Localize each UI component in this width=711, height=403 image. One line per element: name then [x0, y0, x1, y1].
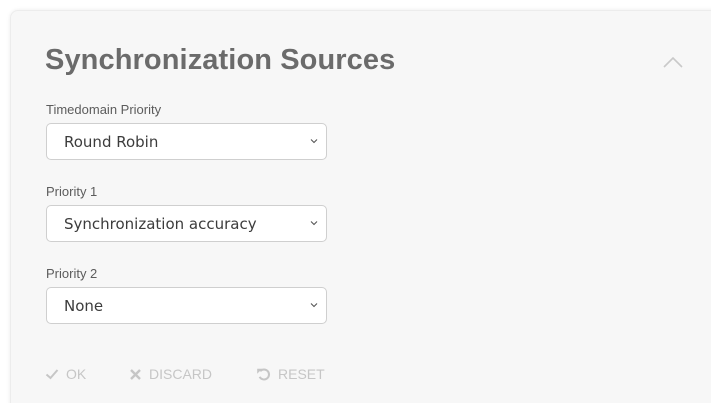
- chevron-up-icon: [663, 56, 683, 68]
- priority-2-value: None: [64, 297, 104, 315]
- reset-label: RESET: [278, 366, 325, 382]
- priority-1-field: Priority 1 Synchronization accuracy: [46, 183, 327, 242]
- timedomain-priority-select[interactable]: Round Robin: [46, 123, 327, 160]
- chevron-down-icon: [310, 303, 318, 308]
- discard-label: DISCARD: [149, 366, 213, 382]
- chevron-down-icon: [310, 139, 318, 144]
- priority-1-value: Synchronization accuracy: [64, 215, 257, 233]
- check-icon: [45, 369, 59, 380]
- chevron-down-icon: [310, 221, 318, 226]
- card-title: Synchronization Sources: [45, 44, 396, 76]
- priority-1-select[interactable]: Synchronization accuracy: [46, 205, 327, 242]
- priority-2-select[interactable]: None: [46, 287, 327, 324]
- ok-label: OK: [66, 366, 87, 382]
- reset-button[interactable]: RESET: [256, 366, 325, 382]
- ok-button[interactable]: OK: [45, 366, 86, 382]
- priority-2-label: Priority 2: [46, 266, 98, 281]
- timedomain-priority-field: Timedomain Priority Round Robin: [46, 101, 327, 160]
- x-icon: [130, 368, 141, 380]
- page: Synchronization Sources Timedomain Prior…: [0, 0, 711, 403]
- undo-icon: [257, 367, 270, 380]
- timedomain-priority-label: Timedomain Priority: [46, 102, 162, 117]
- discard-button[interactable]: DISCARD: [129, 366, 212, 382]
- timedomain-priority-value: Round Robin: [64, 133, 159, 151]
- sync-sources-card: Synchronization Sources Timedomain Prior…: [10, 10, 711, 403]
- priority-1-label: Priority 1: [46, 184, 98, 199]
- collapse-button[interactable]: [662, 55, 684, 69]
- priority-2-field: Priority 2 None: [46, 265, 327, 324]
